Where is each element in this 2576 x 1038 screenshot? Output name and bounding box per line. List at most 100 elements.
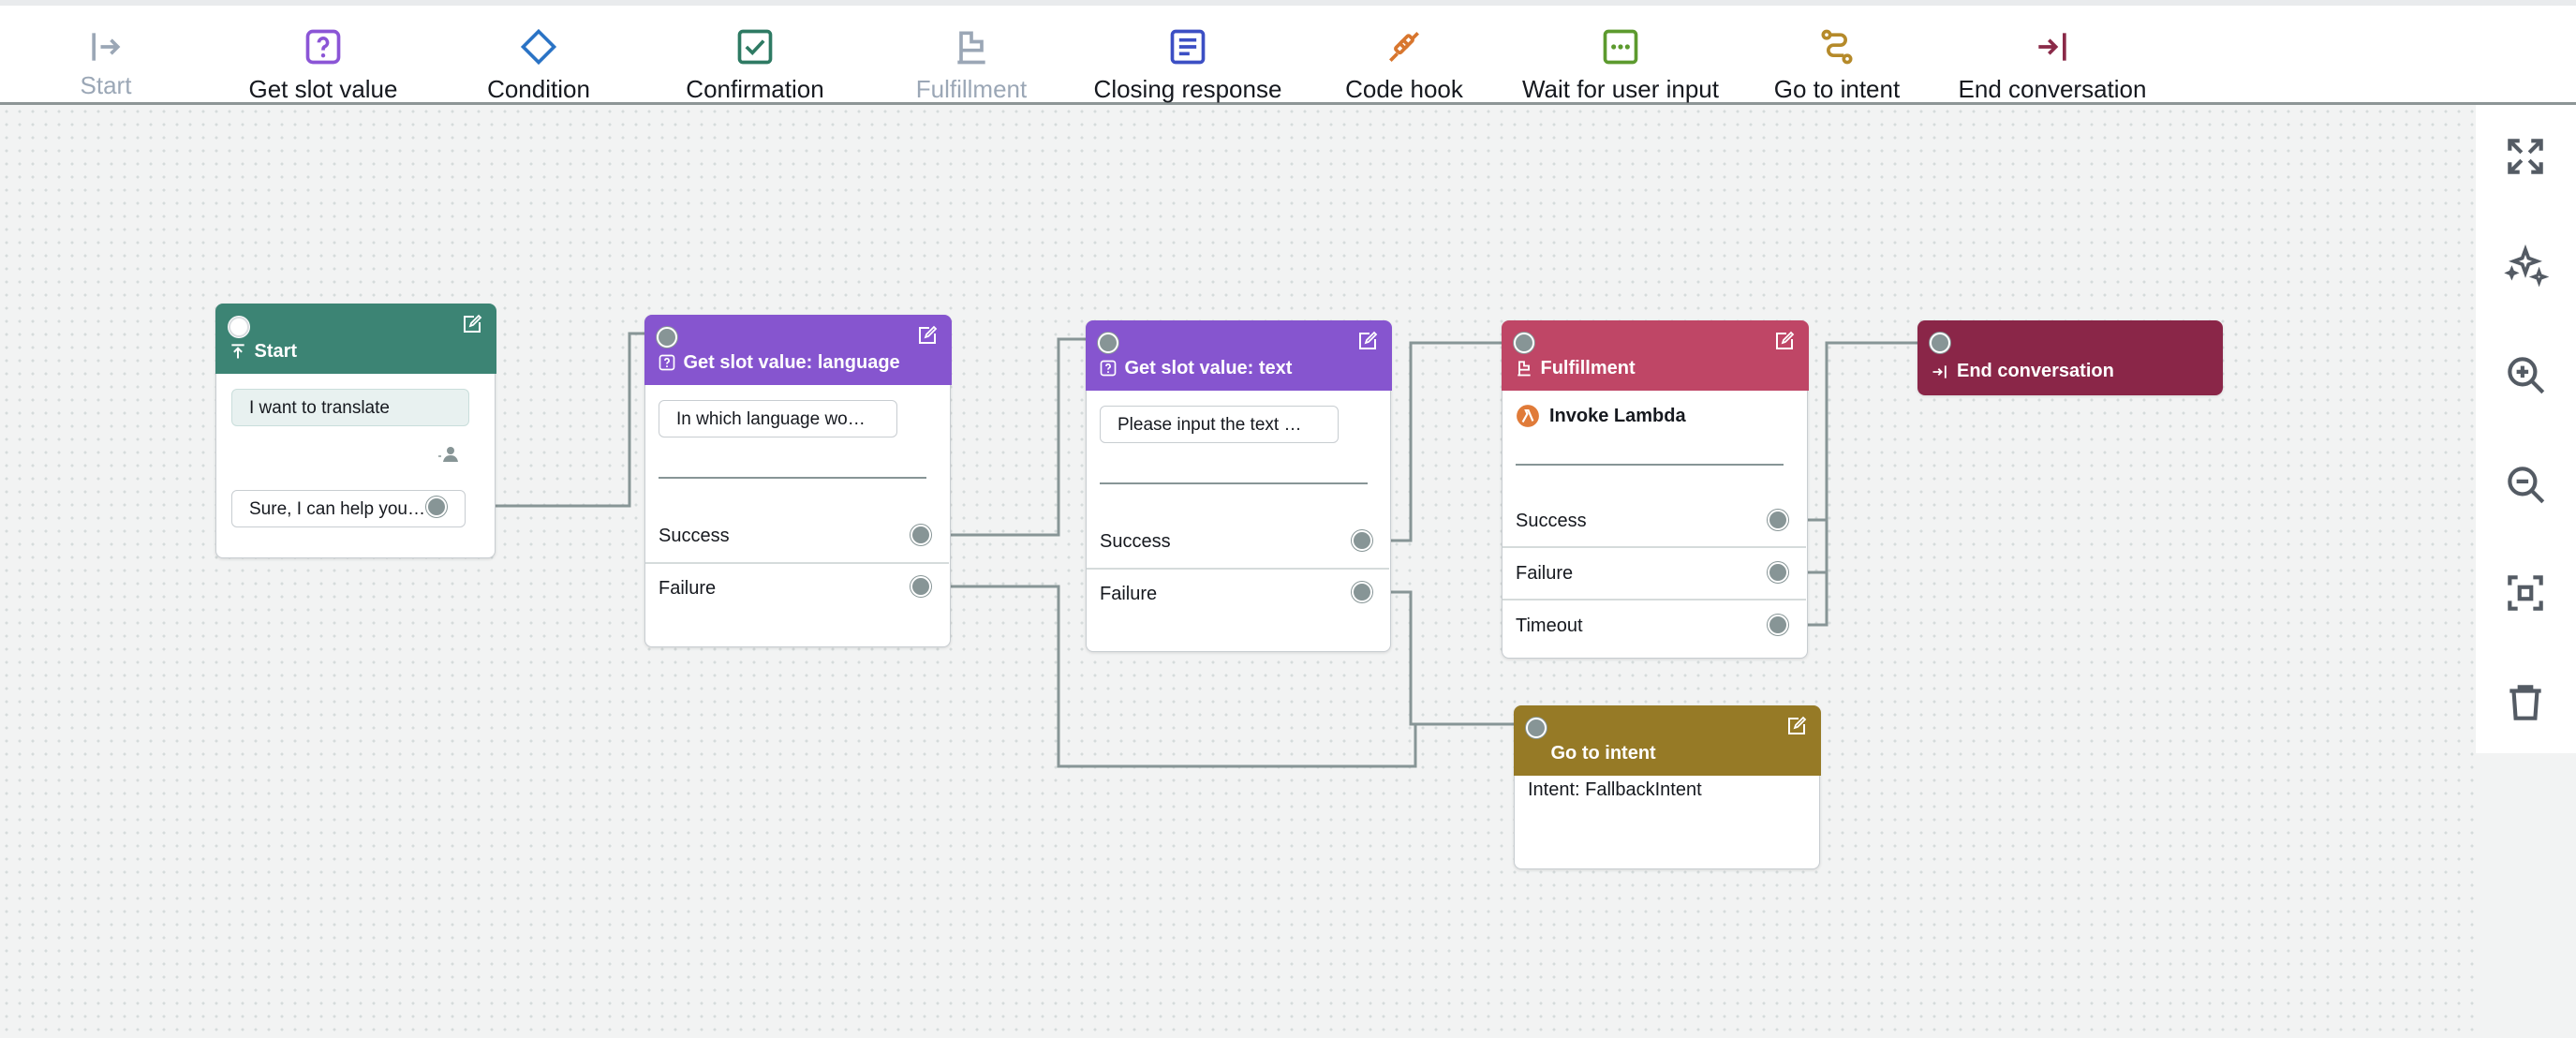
toolbar-go-to-intent-label: Go to intent bbox=[1773, 75, 1901, 103]
success-output-port[interactable] bbox=[1352, 530, 1372, 551]
get-slot-text-input-port[interactable] bbox=[1097, 332, 1118, 353]
check-square-icon bbox=[737, 29, 773, 65]
go-to-intent-title-text: Go to intent bbox=[1550, 742, 1656, 764]
toolbar-code-hook-button[interactable]: Code hook bbox=[1282, 26, 1526, 104]
route-icon bbox=[1821, 29, 1853, 65]
success-output-port[interactable] bbox=[910, 525, 931, 545]
target-intent-label: Intent: FallbackIntent bbox=[1528, 779, 1702, 800]
flag-icon bbox=[957, 31, 985, 65]
canvas-tools-panel bbox=[2476, 105, 2576, 753]
lambda-label: Invoke Lambda bbox=[1549, 405, 1686, 426]
plug-icon bbox=[1389, 32, 1419, 62]
start-node-title: Start bbox=[229, 340, 298, 363]
toolbar-fulfillment-label: Fulfillment bbox=[915, 75, 1028, 103]
user-icon bbox=[438, 447, 458, 462]
fulfillment-header: Fulfillment bbox=[1501, 319, 1809, 391]
diamond-icon bbox=[520, 28, 557, 66]
toolbar-go-to-intent-button[interactable]: Go to intent bbox=[1715, 26, 1959, 104]
toolbar-closing-response-label: Closing response bbox=[1093, 75, 1282, 103]
fulfillment-node[interactable]: Fulfillment Invoke Lambda Success Failur… bbox=[1501, 319, 1809, 659]
go-to-intent-node[interactable]: Go to intent Intent: FallbackIntent bbox=[1513, 704, 1821, 869]
failure-branch-label: Failure bbox=[1100, 584, 1158, 604]
get-slot-language-node[interactable]: Get slot value: language In which langua… bbox=[644, 314, 952, 647]
go-to-intent-input-port[interactable] bbox=[1525, 717, 1547, 738]
get-slot-text-title-text: Get slot value: text bbox=[1124, 357, 1293, 378]
question-square-icon bbox=[305, 29, 341, 65]
start-output-port[interactable] bbox=[426, 497, 447, 517]
toolbar-end-conversation-button[interactable]: End conversation bbox=[1931, 26, 2174, 104]
question-square-icon bbox=[659, 354, 674, 371]
section-divider bbox=[659, 477, 926, 479]
failure-output-port[interactable] bbox=[1768, 562, 1788, 583]
zoom-out-icon[interactable] bbox=[2502, 461, 2549, 508]
edit-icon[interactable] bbox=[461, 313, 483, 335]
start-node-status-port bbox=[228, 316, 249, 337]
get-slot-language-title-text: Get slot value: language bbox=[683, 351, 900, 373]
failure-output-port[interactable] bbox=[1352, 582, 1372, 602]
trash-icon[interactable] bbox=[2502, 679, 2549, 726]
start-node[interactable]: Start I want to translate Sure, I can he… bbox=[215, 303, 496, 558]
timeout-output-port[interactable] bbox=[1768, 615, 1788, 635]
fulfillment-title: Fulfillment bbox=[1515, 358, 1636, 379]
go-to-intent-title: Go to intent bbox=[1551, 743, 1656, 764]
edit-icon[interactable] bbox=[1773, 330, 1796, 352]
slot-prompt-bubble[interactable]: Please input the text … bbox=[1100, 406, 1339, 443]
dots-square-icon bbox=[1603, 29, 1638, 65]
edit-icon[interactable] bbox=[1356, 330, 1379, 352]
end-icon bbox=[1932, 364, 1947, 378]
start-node-title-text: Start bbox=[254, 340, 298, 362]
failure-output-port[interactable] bbox=[910, 576, 931, 597]
zoom-in-icon[interactable] bbox=[2502, 351, 2549, 398]
end-icon bbox=[2038, 33, 2066, 61]
end-conversation-node[interactable]: End conversation bbox=[1917, 320, 2223, 395]
get-slot-text-node[interactable]: Get slot value: text Please input the te… bbox=[1085, 319, 1392, 652]
get-slot-text-title: Get slot value: text bbox=[1099, 357, 1293, 379]
toolbar-wait-for-user-input-button[interactable]: Wait for user input bbox=[1499, 26, 1742, 104]
focus-frame-icon[interactable] bbox=[2502, 570, 2549, 616]
lambda-icon bbox=[1517, 405, 1539, 427]
end-conversation-title-text: End conversation bbox=[1957, 361, 2114, 381]
failure-branch-label: Failure bbox=[659, 578, 717, 599]
end-conversation-header: End conversation bbox=[1917, 320, 2223, 395]
toolbar-condition-label: Condition bbox=[487, 75, 590, 103]
toolbar-code-hook-label: Code hook bbox=[1345, 75, 1463, 103]
document-icon bbox=[1170, 29, 1206, 65]
success-branch-label: Success bbox=[1516, 511, 1587, 531]
success-output-port[interactable] bbox=[1768, 510, 1788, 530]
start-flag-icon bbox=[230, 344, 244, 359]
get-slot-language-input-port[interactable] bbox=[656, 326, 677, 348]
row-divider bbox=[645, 562, 949, 564]
auto-arrange-icon[interactable] bbox=[2502, 242, 2549, 289]
slot-prompt-bubble[interactable]: In which language wo… bbox=[659, 400, 897, 437]
user-utterance-bubble[interactable]: I want to translate bbox=[231, 389, 469, 426]
row-divider bbox=[1503, 599, 1806, 601]
edit-icon[interactable] bbox=[1785, 715, 1808, 737]
toolbar-start-button[interactable]: Start bbox=[0, 26, 228, 100]
get-slot-language-header: Get slot value: language bbox=[644, 314, 952, 385]
toolbar-start-label: Start bbox=[80, 71, 132, 99]
get-slot-text-header: Get slot value: text bbox=[1085, 319, 1392, 391]
section-divider bbox=[1100, 482, 1368, 484]
toolbar-get-slot-value-button[interactable]: Get slot value bbox=[201, 26, 445, 104]
fit-view-icon[interactable] bbox=[2502, 133, 2549, 180]
toolbar-condition-button[interactable]: Condition bbox=[417, 26, 660, 104]
start-node-header: Start bbox=[215, 303, 496, 374]
toolbar-get-slot-value-label: Get slot value bbox=[248, 75, 398, 103]
end-conversation-title: End conversation bbox=[1931, 361, 2114, 382]
toolbar-end-conversation-label: End conversation bbox=[1958, 75, 2147, 103]
start-icon bbox=[92, 33, 121, 61]
end-conversation-input-port[interactable] bbox=[1930, 333, 1950, 353]
fulfillment-input-port[interactable] bbox=[1513, 332, 1534, 353]
go-to-intent-header: Go to intent bbox=[1513, 704, 1821, 776]
toolbar-closing-response-button[interactable]: Closing response bbox=[1066, 26, 1310, 104]
toolbar-fulfillment-button[interactable]: Fulfillment bbox=[850, 26, 1093, 104]
get-slot-language-title: Get slot value: language bbox=[658, 352, 900, 374]
success-branch-label: Success bbox=[659, 526, 730, 546]
edit-icon[interactable] bbox=[916, 324, 939, 347]
block-toolbar: Start Get slot value Condition Confirmat… bbox=[0, 0, 2576, 105]
toolbar-confirmation-button[interactable]: Confirmation bbox=[633, 26, 877, 104]
timeout-branch-label: Timeout bbox=[1516, 615, 1583, 636]
row-divider bbox=[1087, 568, 1389, 570]
lambda-row: Invoke Lambda bbox=[1516, 404, 1686, 428]
toolbar-confirmation-label: Confirmation bbox=[686, 75, 824, 103]
